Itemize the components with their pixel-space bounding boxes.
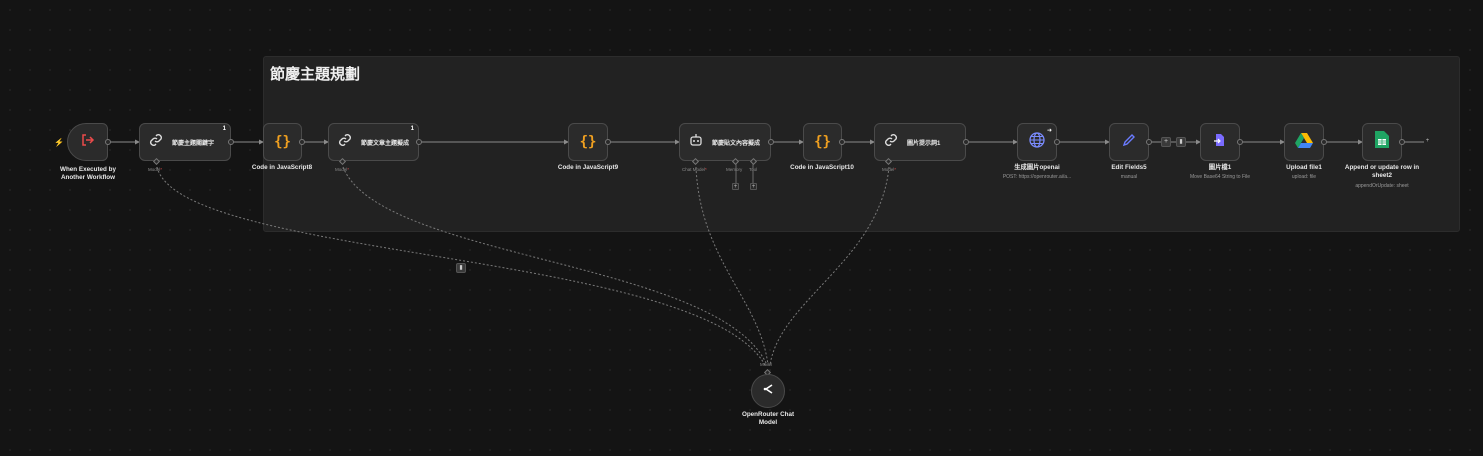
link-chain-icon xyxy=(883,132,899,153)
trash-icon: ▮ xyxy=(459,265,463,271)
robot-icon xyxy=(688,132,704,153)
execute-workflow-trigger-node[interactable] xyxy=(67,123,108,161)
trigger-caption: When Executed by Another Workflow xyxy=(60,166,116,181)
trash-icon: ▮ xyxy=(1179,139,1183,145)
sheets-caption: Append or update row in sheet2 xyxy=(1344,164,1420,179)
output-handle[interactable] xyxy=(963,139,969,145)
tool-port-label: Tool xyxy=(749,167,758,172)
upload-caption: Upload file1 xyxy=(1286,164,1322,171)
memory-port-label: Memory xyxy=(726,167,743,172)
convert-subtitle: Move Base64 String to File xyxy=(1189,174,1251,180)
file-convert-icon xyxy=(1212,132,1228,153)
article-chain-node[interactable]: 節慶文章主題擬成 1 xyxy=(328,123,419,161)
output-handle[interactable] xyxy=(416,139,422,145)
openrouter-chat-model-node[interactable] xyxy=(751,374,785,408)
pencil-icon xyxy=(1121,132,1137,153)
output-handle[interactable] xyxy=(1146,139,1152,145)
chat-model-port-label: Chat Model* xyxy=(682,167,707,172)
keyword-chain-label: 節慶主題關鍵字 xyxy=(172,140,215,147)
js8-caption: Code in JavaScript8 xyxy=(251,164,313,171)
add-memory-button[interactable]: + xyxy=(732,183,739,190)
run-count-badge: 1 xyxy=(222,126,226,132)
edge-model-prompt xyxy=(769,166,890,366)
braces-icon: {} xyxy=(579,134,597,150)
braces-icon: {} xyxy=(814,134,831,150)
edit-subtitle: manual xyxy=(1120,174,1138,180)
add-node-button[interactable]: + xyxy=(1161,137,1171,147)
output-handle[interactable] xyxy=(228,139,234,145)
workflow-canvas[interactable]: 節慶主題規劃 ⚡ When Executed by Another Workfl… xyxy=(0,0,1483,456)
code-js10-node[interactable]: {} xyxy=(803,123,842,161)
http-caption: 生成圖片openai xyxy=(1014,164,1060,171)
http-request-node[interactable]: ➜ xyxy=(1017,123,1057,161)
convert-to-file-node[interactable] xyxy=(1200,123,1240,161)
add-tool-button[interactable]: + xyxy=(750,183,757,190)
output-handle[interactable] xyxy=(105,139,111,145)
link-chain-icon xyxy=(148,132,164,153)
edge-model-agent xyxy=(695,166,769,366)
output-handle[interactable] xyxy=(1321,139,1327,145)
sign-in-arrow-icon xyxy=(80,132,96,153)
send-arrow-icon: ➜ xyxy=(1046,128,1052,134)
model-port-label: Model* xyxy=(882,167,897,172)
model-port-label: Model* xyxy=(148,167,163,172)
braces-icon: {} xyxy=(274,134,291,150)
js10-caption: Code in JavaScript10 xyxy=(790,164,854,171)
openrouter-caption: OpenRouter Chat Model xyxy=(741,411,795,426)
add-next-node-button[interactable]: + xyxy=(1424,138,1431,145)
upload-subtitle: upload: file xyxy=(1291,174,1317,180)
keyword-chain-node[interactable]: 節慶主題關鍵字 1 xyxy=(139,123,231,161)
edit-fields-node[interactable] xyxy=(1109,123,1149,161)
output-handle[interactable] xyxy=(768,139,774,145)
globe-icon xyxy=(1028,131,1046,154)
google-sheets-icon xyxy=(1375,131,1389,153)
js9-caption: Code in JavaScript9 xyxy=(557,164,619,171)
edit-caption: Edit Fields5 xyxy=(1111,164,1147,171)
http-subtitle: POST: https://openrouter.ai/a... xyxy=(1002,174,1072,180)
link-chain-icon xyxy=(337,132,353,153)
output-handle[interactable] xyxy=(1399,139,1405,145)
ai-agent-label: 節慶貼文內容擬成 xyxy=(712,140,761,147)
image-prompt-chain-node[interactable]: 圖片提示詞1 xyxy=(874,123,966,161)
convert-caption: 圖片檔1 xyxy=(1208,164,1232,171)
output-handle[interactable] xyxy=(299,139,305,145)
code-js8-node[interactable]: {} xyxy=(263,123,302,161)
connections-layer xyxy=(108,139,1424,366)
ai-agent-node[interactable]: 節慶貼文內容擬成 xyxy=(679,123,771,161)
image-prompt-chain-label: 圖片提示詞1 xyxy=(907,140,941,147)
run-count-badge: 1 xyxy=(410,126,414,132)
output-handle[interactable] xyxy=(605,139,611,145)
code-js9-node[interactable]: {} xyxy=(568,123,608,161)
openrouter-icon xyxy=(761,382,775,401)
output-handle[interactable] xyxy=(1237,139,1243,145)
model-port-label: Model* xyxy=(335,167,350,172)
model-output-label: Model xyxy=(760,362,773,367)
sheets-subtitle: appendOrUpdate: sheet xyxy=(1355,183,1409,189)
article-chain-label: 節慶文章主題擬成 xyxy=(361,140,410,147)
delete-connection-button[interactable]: ▮ xyxy=(1176,137,1186,147)
google-drive-node[interactable] xyxy=(1284,123,1324,161)
google-sheets-node[interactable] xyxy=(1362,123,1402,161)
edge-model-article xyxy=(342,166,768,366)
delete-connection-button[interactable]: ▮ xyxy=(456,263,466,273)
output-handle[interactable] xyxy=(1054,139,1060,145)
output-handle[interactable] xyxy=(839,139,845,145)
lightning-icon: ⚡ xyxy=(54,138,64,147)
google-drive-icon xyxy=(1295,132,1313,153)
